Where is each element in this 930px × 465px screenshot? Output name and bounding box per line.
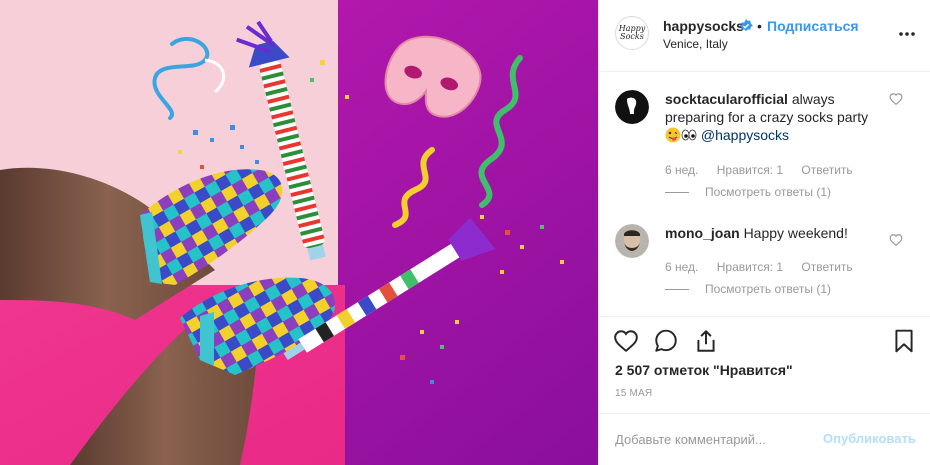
comment-body: Happy weekend! [743,225,848,241]
comment-likes-count[interactable]: Нравится: 1 [717,163,783,177]
add-comment-section: Опубликовать [599,413,930,465]
comment-age[interactable]: 6 нед. [665,260,698,274]
view-replies-label: Посмотреть ответы (1) [705,282,832,296]
view-replies-label: Посмотреть ответы (1) [705,185,832,199]
verified-badge-icon [739,19,753,32]
post-sidebar: Happy Socks happysocks • Подписаться Ven… [598,0,930,465]
tongue-out-emoji-icon [665,127,681,143]
author-avatar[interactable]: Happy Socks [615,16,649,50]
follow-button[interactable]: Подписаться [767,18,859,34]
comment-reply-button[interactable]: Ответить [801,260,852,274]
eyes-emoji-icon [681,129,697,141]
more-options-icon[interactable] [897,24,917,44]
post-date[interactable]: 15 МАЯ [615,388,652,399]
heart-icon[interactable] [613,328,639,354]
comment-reply-button[interactable]: Ответить [801,163,852,177]
instagram-post: Happy Socks happysocks • Подписаться Ven… [0,0,930,465]
post-action-bar [599,316,930,364]
comment-icon[interactable] [653,328,679,354]
post-location[interactable]: Venice, Italy [663,37,728,51]
likes-count[interactable]: 2 507 отметок "Нравится" [615,362,793,378]
comment-input[interactable] [615,428,811,450]
author-username[interactable]: happysocks [663,18,744,34]
commenter-avatar[interactable] [615,90,649,124]
comment-like-heart-icon[interactable] [889,233,903,247]
commenter-avatar[interactable] [615,224,649,258]
share-icon[interactable] [693,328,719,354]
publish-button[interactable]: Опубликовать [823,431,916,446]
view-replies-button[interactable]: Посмотреть ответы (1) [665,185,831,199]
replies-divider-line [665,192,689,194]
comment-likes-count[interactable]: Нравится: 1 [717,260,783,274]
header-separator-dot: • [757,18,762,34]
comment-like-heart-icon[interactable] [889,92,903,106]
view-replies-button[interactable]: Посмотреть ответы (1) [665,282,831,296]
bookmark-icon[interactable] [891,328,917,354]
comment-meta: 6 нед. Нравится: 1 Ответить [665,260,868,274]
replies-divider-line [665,289,689,291]
comment-text: mono_joan Happy weekend! [665,224,885,242]
comment-text: socktacularofficial always preparing for… [665,90,885,144]
post-photo[interactable] [0,0,598,465]
commenter-username[interactable]: socktacularofficial [665,91,788,107]
comment-meta: 6 нед. Нравится: 1 Ответить [665,163,868,177]
commenter-username[interactable]: mono_joan [665,225,740,241]
comment-mention-link[interactable]: @happysocks [701,127,789,143]
post-header: Happy Socks happysocks • Подписаться Ven… [599,0,930,72]
comment-age[interactable]: 6 нед. [665,163,698,177]
